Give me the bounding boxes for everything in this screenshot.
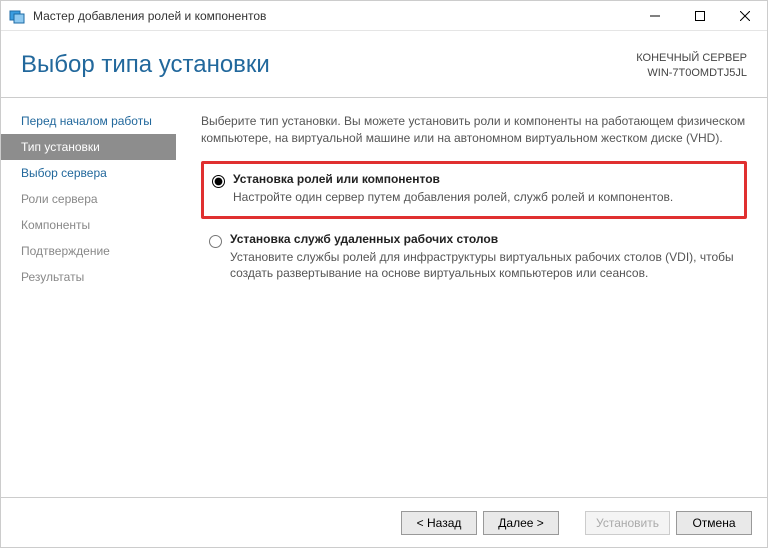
sidebar-item-installation-type[interactable]: Тип установки bbox=[1, 134, 176, 160]
footer: < Назад Далее > Установить Отмена bbox=[1, 497, 767, 547]
cancel-button[interactable]: Отмена bbox=[676, 511, 752, 535]
destination-info: КОНЕЧНЫЙ СЕРВЕР WIN-7T0OMDTJ5JL bbox=[636, 51, 747, 82]
destination-server: WIN-7T0OMDTJ5JL bbox=[636, 66, 747, 81]
radio-rds[interactable] bbox=[209, 235, 222, 248]
window-controls bbox=[632, 1, 767, 30]
sidebar-item-before-you-begin[interactable]: Перед началом работы bbox=[1, 108, 176, 134]
page-title: Выбор типа установки bbox=[21, 51, 270, 79]
option-rds-desc: Установите службы ролей для инфраструкту… bbox=[230, 249, 739, 281]
sidebar-item-results: Результаты bbox=[1, 264, 176, 290]
radio-role-based[interactable] bbox=[212, 175, 225, 188]
back-button[interactable]: < Назад bbox=[401, 511, 477, 535]
wizard-header: Выбор типа установки КОНЕЧНЫЙ СЕРВЕР WIN… bbox=[1, 31, 767, 98]
option-rds[interactable]: Установка служб удаленных рабочих столов… bbox=[201, 224, 747, 291]
main-panel: Выберите тип установки. Вы можете устано… bbox=[176, 98, 767, 497]
intro-text: Выберите тип установки. Вы можете устано… bbox=[201, 113, 747, 147]
close-button[interactable] bbox=[722, 1, 767, 31]
content-area: Перед началом работы Тип установки Выбор… bbox=[1, 98, 767, 497]
window-title: Мастер добавления ролей и компонентов bbox=[33, 9, 632, 23]
sidebar: Перед началом работы Тип установки Выбор… bbox=[1, 98, 176, 497]
destination-label: КОНЕЧНЫЙ СЕРВЕР bbox=[636, 51, 747, 66]
sidebar-item-server-roles: Роли сервера bbox=[1, 186, 176, 212]
app-icon bbox=[9, 8, 25, 24]
minimize-button[interactable] bbox=[632, 1, 677, 31]
option-role-based-desc: Настройте один сервер путем добавления р… bbox=[233, 189, 736, 205]
sidebar-item-features: Компоненты bbox=[1, 212, 176, 238]
maximize-button[interactable] bbox=[677, 1, 722, 31]
sidebar-item-server-selection[interactable]: Выбор сервера bbox=[1, 160, 176, 186]
sidebar-item-confirmation: Подтверждение bbox=[1, 238, 176, 264]
install-button: Установить bbox=[585, 511, 670, 535]
option-rds-title: Установка служб удаленных рабочих столов bbox=[230, 232, 739, 246]
titlebar: Мастер добавления ролей и компонентов bbox=[1, 1, 767, 31]
option-role-based[interactable]: Установка ролей или компонентов Настройт… bbox=[201, 161, 747, 218]
option-role-based-title: Установка ролей или компонентов bbox=[233, 172, 736, 186]
next-button[interactable]: Далее > bbox=[483, 511, 559, 535]
wizard-window: Мастер добавления ролей и компонентов Вы… bbox=[0, 0, 768, 548]
